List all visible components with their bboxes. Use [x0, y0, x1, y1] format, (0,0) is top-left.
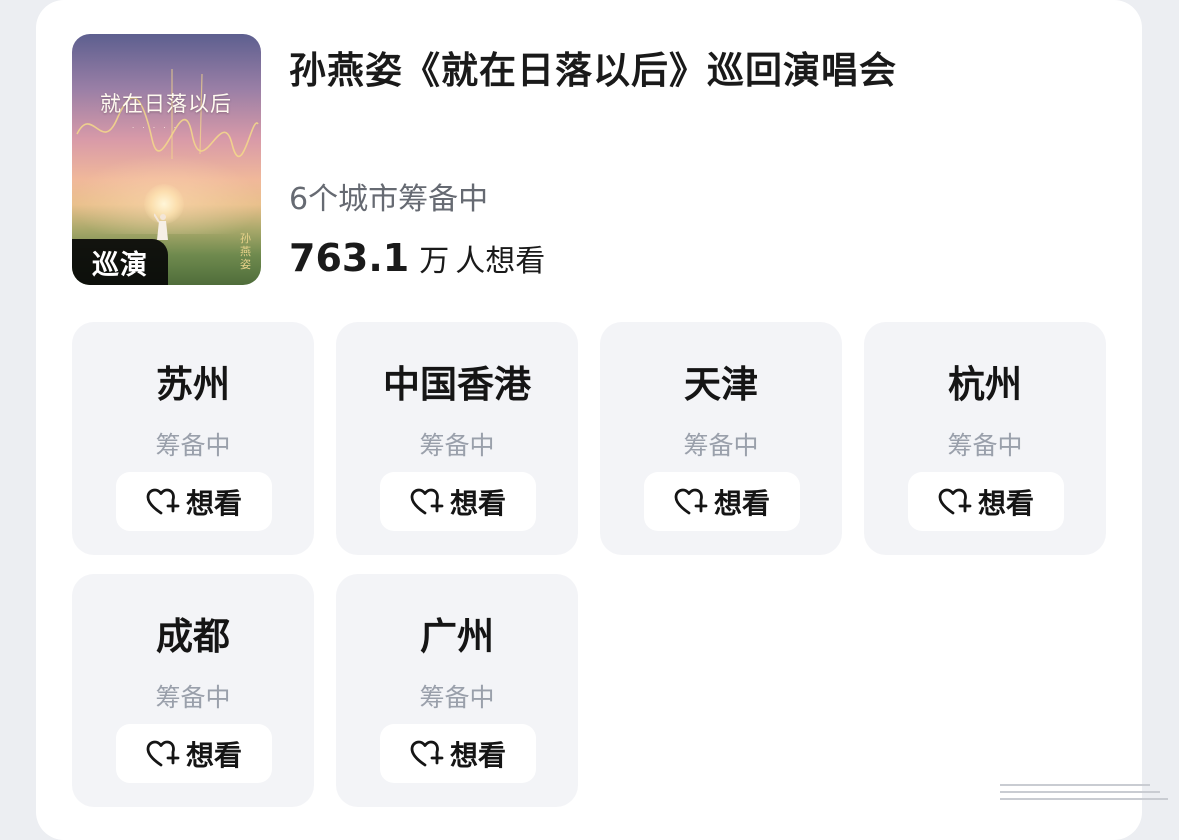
city-status: 筹备中: [947, 431, 1023, 460]
tour-card[interactable]: 就在日落以后 · · · · · 孙燕姿 巡演 孙燕姿《就在日落以后》巡回演唱会…: [36, 0, 1142, 840]
interest-number: 763.1: [289, 236, 410, 280]
city-tile-tianjin[interactable]: 天津 筹备中 想看: [600, 322, 842, 555]
city-name: 广州: [420, 615, 494, 658]
heart-plus-icon: [674, 488, 708, 514]
city-status: 筹备中: [683, 431, 759, 460]
city-tile-hangzhou[interactable]: 杭州 筹备中 想看: [864, 322, 1106, 555]
want-button[interactable]: 想看: [908, 472, 1064, 531]
want-label: 想看: [185, 738, 242, 772]
interest-suffix: 人想看: [455, 244, 546, 279]
tour-badge: 巡演: [72, 239, 168, 285]
want-button[interactable]: 想看: [380, 724, 536, 783]
want-label: 想看: [449, 486, 506, 520]
city-status: 筹备中: [419, 683, 495, 712]
city-name: 天津: [684, 363, 758, 406]
heart-plus-icon: [410, 740, 444, 766]
want-button[interactable]: 想看: [644, 472, 800, 531]
want-button[interactable]: 想看: [116, 472, 272, 531]
want-label: 想看: [449, 738, 506, 772]
want-label: 想看: [977, 486, 1034, 520]
city-name: 苏州: [156, 363, 230, 406]
poster-title: 就在日落以后: [100, 92, 232, 116]
city-status: 筹备中: [155, 431, 231, 460]
city-name: 成都: [156, 615, 230, 658]
want-label: 想看: [713, 486, 770, 520]
heart-plus-icon: [410, 488, 444, 514]
tour-poster[interactable]: 就在日落以后 · · · · · 孙燕姿 巡演: [72, 34, 261, 285]
poster-figure: [154, 213, 168, 240]
tour-title[interactable]: 孙燕姿《就在日落以后》巡回演唱会: [289, 40, 897, 94]
city-name: 中国香港: [383, 363, 531, 406]
interest-count: 763.1 万人想看: [289, 236, 545, 280]
city-tile-hongkong[interactable]: 中国香港 筹备中 想看: [336, 322, 578, 555]
interest-unit: 万: [419, 244, 450, 279]
city-tile-suzhou[interactable]: 苏州 筹备中 想看: [72, 322, 314, 555]
heart-plus-icon: [938, 488, 972, 514]
poster-artist-name: 孙燕姿: [240, 232, 251, 271]
city-tile-guangzhou[interactable]: 广州 筹备中 想看: [336, 574, 578, 807]
poster-scribble: [76, 69, 259, 159]
want-button[interactable]: 想看: [380, 472, 536, 531]
city-name: 杭州: [948, 363, 1022, 406]
want-button[interactable]: 想看: [116, 724, 272, 783]
heart-plus-icon: [146, 488, 180, 514]
poster-subtitle: · · · · ·: [132, 124, 180, 132]
tour-status: 6个城市筹备中: [289, 182, 489, 217]
city-tile-chengdu[interactable]: 成都 筹备中 想看: [72, 574, 314, 807]
city-status: 筹备中: [155, 683, 231, 712]
want-label: 想看: [185, 486, 242, 520]
city-status: 筹备中: [419, 431, 495, 460]
watermark-lines: [1000, 784, 1168, 800]
heart-plus-icon: [146, 740, 180, 766]
